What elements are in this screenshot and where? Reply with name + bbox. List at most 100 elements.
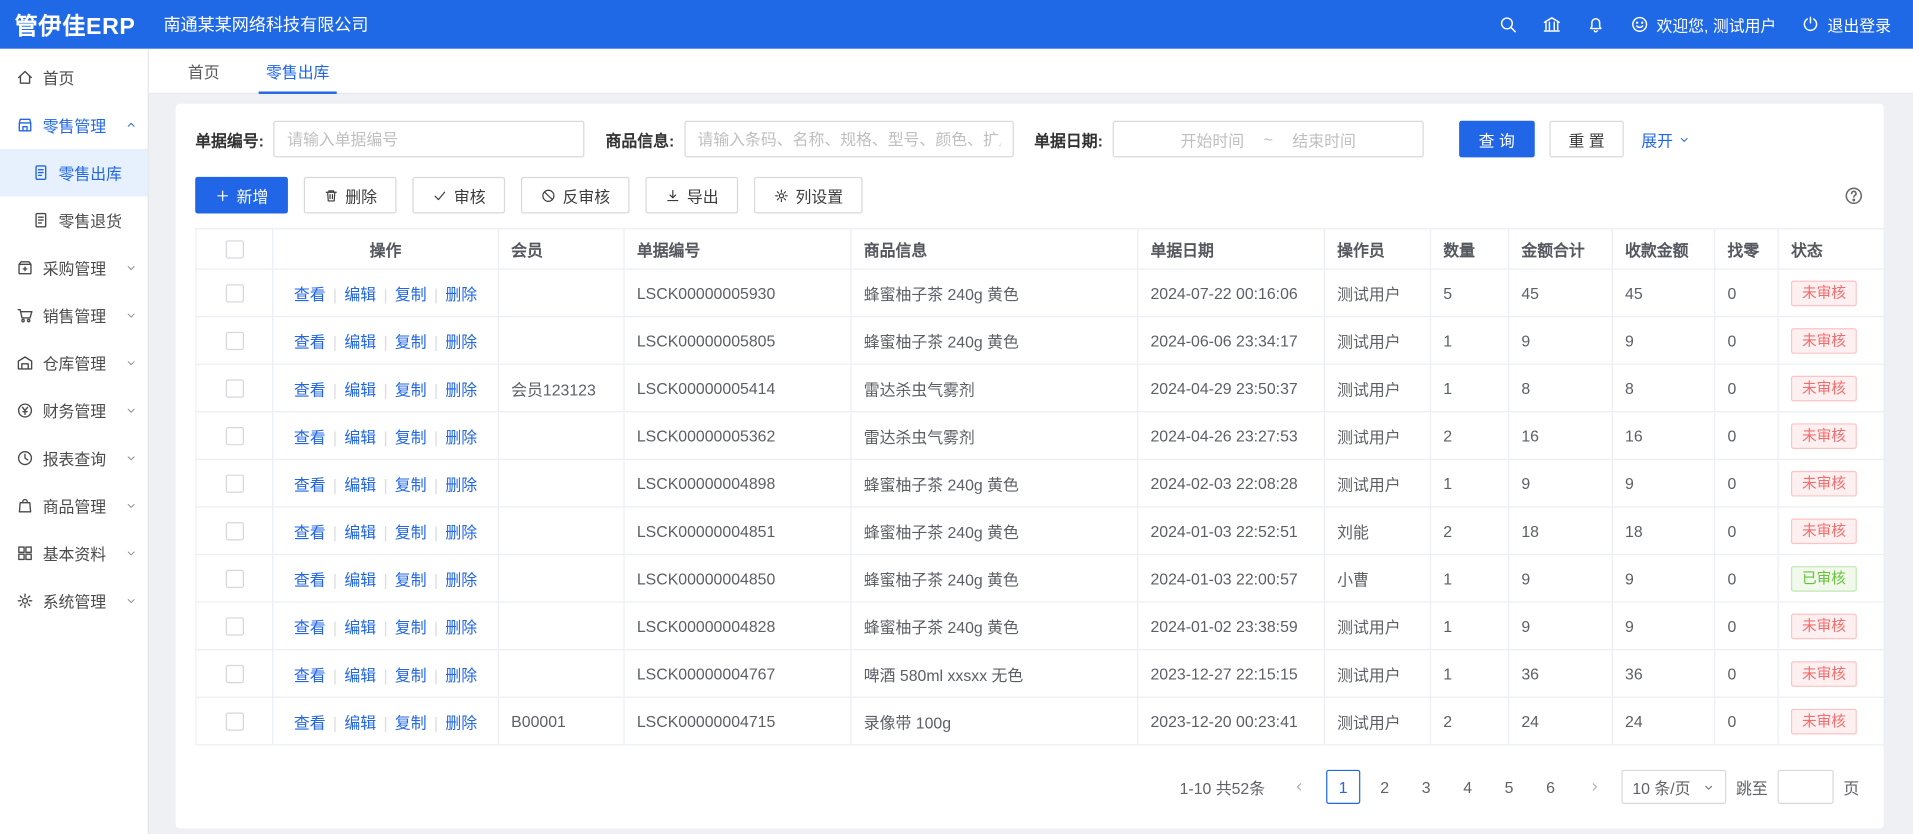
- delete-link[interactable]: 删除: [445, 713, 477, 731]
- row-checkbox[interactable]: [225, 379, 243, 397]
- row-checkbox[interactable]: [225, 570, 243, 588]
- view-link[interactable]: 查看: [294, 713, 326, 731]
- edit-link[interactable]: 编辑: [344, 618, 376, 636]
- product-info-input[interactable]: [684, 121, 1013, 158]
- tab-home[interactable]: 首页: [185, 49, 222, 93]
- sidebar-item-basic[interactable]: 基本资料: [0, 529, 148, 577]
- copy-link[interactable]: 复制: [395, 713, 427, 731]
- next-page-button[interactable]: [1577, 770, 1611, 804]
- help-icon[interactable]: [1843, 185, 1864, 206]
- page-button-3[interactable]: 3: [1409, 770, 1443, 804]
- row-select-cell: [196, 364, 273, 412]
- sidebar-item-retail[interactable]: 零售管理: [0, 101, 148, 149]
- row-checkbox[interactable]: [225, 427, 243, 445]
- delete-button[interactable]: 删除: [304, 177, 397, 214]
- sidebar-item-retail-return[interactable]: 零售退货: [0, 196, 148, 244]
- sidebar-item-purchase[interactable]: 采购管理: [0, 244, 148, 292]
- edit-link[interactable]: 编辑: [344, 475, 376, 493]
- view-link[interactable]: 查看: [294, 475, 326, 493]
- ban-icon: [541, 187, 557, 203]
- copy-link[interactable]: 复制: [395, 428, 427, 446]
- sidebar-item-sales[interactable]: 销售管理: [0, 292, 148, 340]
- sidebar-item-system[interactable]: 系统管理: [0, 577, 148, 625]
- copy-link[interactable]: 复制: [395, 666, 427, 684]
- copy-link[interactable]: 复制: [395, 523, 427, 541]
- view-link[interactable]: 查看: [294, 428, 326, 446]
- reset-button[interactable]: 重 置: [1549, 121, 1624, 158]
- copy-link[interactable]: 复制: [395, 332, 427, 350]
- copy-link[interactable]: 复制: [395, 475, 427, 493]
- delete-link[interactable]: 删除: [445, 332, 477, 350]
- sidebar-item-goods[interactable]: 商品管理: [0, 482, 148, 530]
- search-button[interactable]: 查 询: [1459, 121, 1534, 158]
- sidebar-item-warehouse[interactable]: 仓库管理: [0, 339, 148, 387]
- unaudit-button[interactable]: 反审核: [521, 177, 630, 214]
- delete-link[interactable]: 删除: [445, 380, 477, 398]
- edit-link[interactable]: 编辑: [344, 428, 376, 446]
- row-checkbox[interactable]: [225, 284, 243, 302]
- tab-retail-outbound[interactable]: 零售出库: [264, 49, 332, 93]
- bill-no-input[interactable]: [274, 121, 585, 158]
- page-button-6[interactable]: 6: [1534, 770, 1568, 804]
- delete-link[interactable]: 删除: [445, 666, 477, 684]
- export-button[interactable]: 导出: [645, 177, 738, 214]
- cell-received: 24: [1612, 697, 1714, 745]
- edit-link[interactable]: 编辑: [344, 523, 376, 541]
- view-link[interactable]: 查看: [294, 523, 326, 541]
- page-button-1[interactable]: 1: [1326, 770, 1360, 804]
- logout-button[interactable]: 退出登录: [1801, 13, 1891, 36]
- copy-link[interactable]: 复制: [395, 380, 427, 398]
- sidebar-item-retail-outbound[interactable]: 零售出库: [0, 149, 148, 197]
- delete-link[interactable]: 删除: [445, 570, 477, 588]
- sidebar-item-report[interactable]: 报表查询: [0, 434, 148, 482]
- view-link[interactable]: 查看: [294, 380, 326, 398]
- search-icon[interactable]: [1498, 15, 1518, 35]
- view-link[interactable]: 查看: [294, 285, 326, 303]
- row-checkbox[interactable]: [225, 617, 243, 635]
- page-button-2[interactable]: 2: [1368, 770, 1402, 804]
- bell-icon[interactable]: [1586, 15, 1606, 35]
- copy-link[interactable]: 复制: [395, 570, 427, 588]
- delete-link[interactable]: 删除: [445, 285, 477, 303]
- edit-link[interactable]: 编辑: [344, 332, 376, 350]
- row-checkbox[interactable]: [225, 665, 243, 683]
- page-button-5[interactable]: 5: [1492, 770, 1526, 804]
- expand-filters-toggle[interactable]: 展开: [1641, 127, 1691, 150]
- welcome-user[interactable]: 欢迎您, 测试用户: [1630, 13, 1777, 36]
- page-button-4[interactable]: 4: [1451, 770, 1485, 804]
- view-link[interactable]: 查看: [294, 618, 326, 636]
- sidebar-item-home[interactable]: 首页: [0, 54, 148, 102]
- audit-button[interactable]: 审核: [412, 177, 505, 214]
- edit-link[interactable]: 编辑: [344, 570, 376, 588]
- edit-link[interactable]: 编辑: [344, 285, 376, 303]
- page-size-select[interactable]: 10 条/页: [1621, 770, 1726, 804]
- delete-link[interactable]: 删除: [445, 428, 477, 446]
- row-checkbox[interactable]: [225, 475, 243, 493]
- add-button[interactable]: 新增: [195, 177, 288, 214]
- prev-page-button[interactable]: [1282, 770, 1316, 804]
- edit-link[interactable]: 编辑: [344, 666, 376, 684]
- view-link[interactable]: 查看: [294, 332, 326, 350]
- view-link[interactable]: 查看: [294, 666, 326, 684]
- bank-icon[interactable]: [1542, 15, 1562, 35]
- sidebar-item-finance[interactable]: 财务管理: [0, 387, 148, 435]
- select-all-checkbox[interactable]: [225, 240, 243, 258]
- delete-link[interactable]: 删除: [445, 523, 477, 541]
- copy-link[interactable]: 复制: [395, 285, 427, 303]
- edit-link[interactable]: 编辑: [344, 713, 376, 731]
- edit-link[interactable]: 编辑: [344, 380, 376, 398]
- cell-product: 蜂蜜柚子茶 240g 黄色: [851, 554, 1138, 602]
- copy-link[interactable]: 复制: [395, 618, 427, 636]
- column-settings-button[interactable]: 列设置: [754, 177, 863, 214]
- row-checkbox[interactable]: [225, 713, 243, 731]
- row-checkbox[interactable]: [225, 332, 243, 350]
- table-row: 查看|编辑|复制|删除LSCK00000005805蜂蜜柚子茶 240g 黄色2…: [196, 317, 1884, 365]
- date-range-input[interactable]: 开始时间 ~ 结束时间: [1113, 121, 1424, 158]
- delete-link[interactable]: 删除: [445, 618, 477, 636]
- status-badge: 已审核: [1791, 565, 1857, 591]
- jump-page-input[interactable]: [1778, 770, 1834, 804]
- row-checkbox[interactable]: [225, 522, 243, 540]
- view-link[interactable]: 查看: [294, 570, 326, 588]
- cell-amount: 8: [1509, 364, 1613, 412]
- delete-link[interactable]: 删除: [445, 475, 477, 493]
